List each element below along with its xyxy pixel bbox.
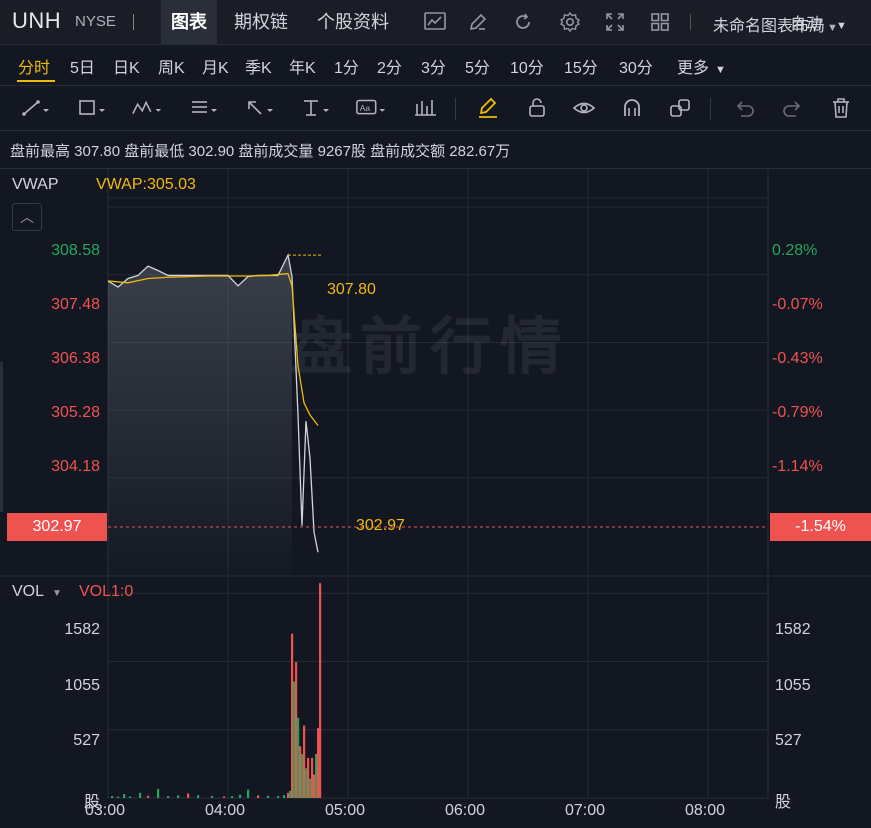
current-change-tag: -1.54% [770,513,871,541]
volume-bar [291,633,294,798]
vol-tick-right: 1055 [775,677,811,694]
vol-unit-right: 股 [775,794,792,811]
x-tick: 04:00 [205,802,246,819]
volume-bar [157,788,160,798]
indicator-vol-value: VOL1:0 [79,583,134,600]
volume-bar [311,757,314,798]
volume-bar [123,794,126,798]
vol-tick-right: 1582 [775,621,811,638]
volume-bar [295,662,298,798]
volume-bar [293,681,296,798]
x-tick: 03:00 [85,802,126,819]
y-tick-left: 306.38 [51,350,100,367]
volume-bar [287,792,290,798]
y-tick-left: 308.58 [51,242,100,259]
chart-canvas[interactable] [0,0,871,828]
y-tick-right: -0.07% [772,296,823,313]
volume-bar [297,717,300,798]
volume-bar [303,725,306,798]
volume-bar [283,795,286,798]
high-price-marker: 307.80 [327,281,376,298]
y-tick-right: -1.14% [772,458,823,475]
x-tick: 08:00 [685,802,726,819]
y-tick-left: 304.18 [51,458,100,475]
volume-bar [289,790,292,798]
volume-bar [187,793,190,798]
x-tick: 07:00 [565,802,606,819]
volume-bar [315,754,318,798]
volume-bar [317,728,320,798]
vol-tick-left: 527 [73,732,100,749]
indicator-vwap-value: VWAP:305.03 [96,176,196,193]
chevron-down-icon: ▼ [52,588,62,599]
volume-bar [239,794,242,798]
volume-bar [309,778,312,798]
volume-bar [257,795,260,798]
indicator-vol-label[interactable]: VOL ▼ [12,583,62,601]
current-price-tag: 302.97 [7,513,107,541]
indicator-vwap-label[interactable]: VWAP [12,176,59,194]
volume-bar [167,796,170,798]
volume-bar [299,746,302,798]
volume-bar [301,754,304,798]
vol-label-text: VOL [12,583,45,600]
volume-bar [307,757,310,798]
volume-bar [231,796,234,798]
y-tick-right: -0.79% [772,404,823,421]
volume-bar [267,795,270,798]
last-price-marker: 302.97 [356,517,405,534]
volume-bar [129,796,132,798]
y-tick-right: -0.43% [772,350,823,367]
volume-bar [247,789,250,798]
volume-bar [111,796,114,798]
vol-tick-left: 1055 [64,677,100,694]
volume-bar [117,796,120,798]
volume-bar [223,796,226,798]
vol-tick-left: 1582 [64,621,100,638]
volume-bar [197,795,200,798]
volume-bar [313,774,316,798]
scrollbar-handle [0,362,3,512]
volume-bar [147,795,150,798]
y-tick-right: 0.28% [772,242,818,259]
collapse-icon[interactable]: ︿ [12,203,42,231]
volume-bar [277,796,280,798]
x-tick: 06:00 [445,802,486,819]
y-tick-left: 307.48 [51,296,100,313]
vol-tick-right: 527 [775,732,802,749]
volume-bar [211,796,214,798]
volume-bar [177,795,180,798]
volume-bar [139,792,142,798]
y-tick-left: 305.28 [51,404,100,421]
volume-bar [305,768,308,798]
volume-bar [319,583,322,798]
x-tick: 05:00 [325,802,366,819]
watermark: 盘前行情 [290,313,571,382]
